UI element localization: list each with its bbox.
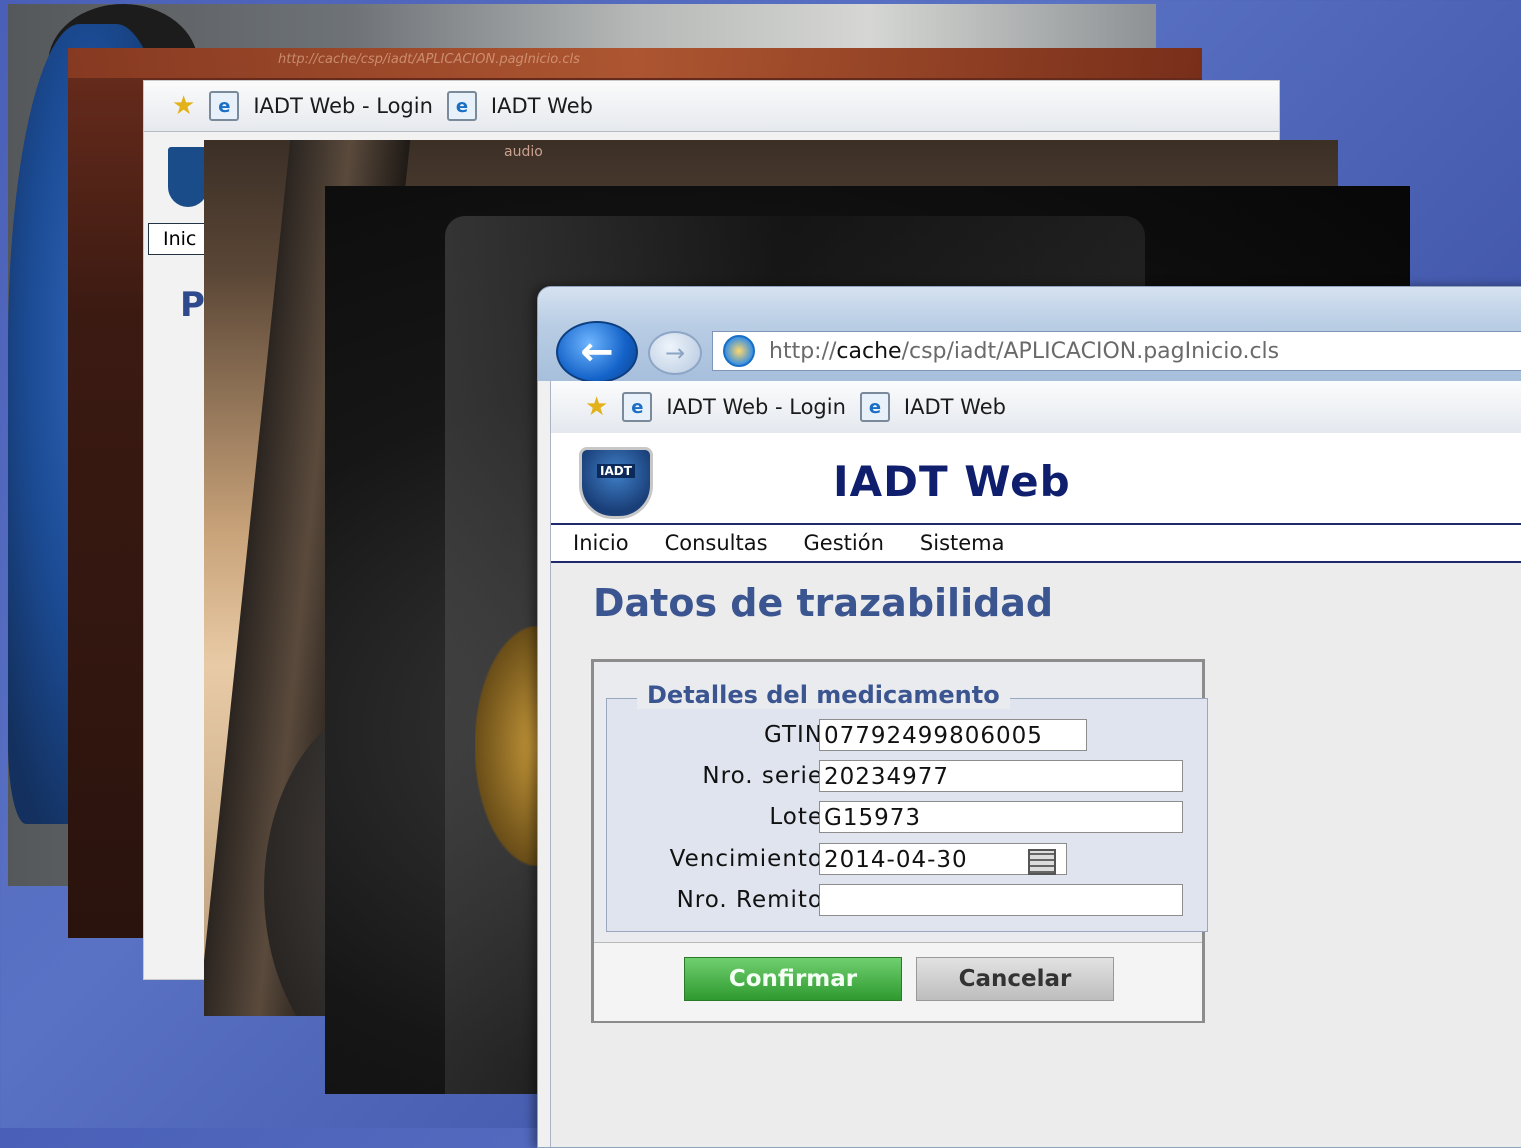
favorites-star-icon: ★ bbox=[172, 91, 196, 121]
button-row: Confirmar Cancelar bbox=[594, 942, 1202, 1021]
favorite-login-link[interactable]: IADT Web - Login bbox=[666, 395, 846, 419]
browser-titlebar bbox=[68, 48, 1202, 78]
favorite-login-link: IADT Web - Login bbox=[253, 94, 433, 118]
browser-window: ← → http://cache/csp/iadt/APLICACION.pag… bbox=[537, 286, 1521, 1148]
lote-row: Lote G15973 bbox=[607, 801, 1207, 837]
ie-page-icon: e bbox=[446, 91, 477, 121]
main-menu: Inicio Consultas Gestión Sistema bbox=[551, 523, 1521, 563]
app-title: IADT Web bbox=[833, 457, 1071, 506]
lote-label: Lote bbox=[769, 804, 823, 830]
forward-arrow-icon[interactable]: → bbox=[648, 331, 702, 375]
remito-field[interactable] bbox=[819, 884, 1183, 916]
web-page: IADT IADT Web Inicio Consultas Gestión S… bbox=[550, 433, 1521, 1147]
favorites-bar: ★ e IADT Web - Login e IADT Web bbox=[144, 81, 1279, 132]
vencimiento-value: 2014-04-30 bbox=[824, 847, 968, 873]
ie-page-icon: e bbox=[622, 392, 653, 422]
gtin-row: GTIN 07792499806005 bbox=[607, 719, 1207, 755]
menu-item-sistema[interactable]: Sistema bbox=[900, 531, 1021, 555]
menu-item-gestion[interactable]: Gestión bbox=[784, 531, 900, 555]
vencimiento-row: Vencimiento 2014-04-30 bbox=[607, 843, 1207, 879]
favorites-bar: ★ e IADT Web - Login e IADT Web bbox=[550, 381, 1521, 434]
favorites-star-icon[interactable]: ★ bbox=[585, 392, 608, 422]
remito-row: Nro. Remito bbox=[607, 884, 1207, 920]
gtin-label: GTIN bbox=[763, 722, 823, 748]
traceability-form: Detalles del medicamento GTIN 0779249980… bbox=[591, 659, 1208, 1023]
serie-label: Nro. serie bbox=[702, 763, 823, 789]
vencimiento-field[interactable]: 2014-04-30 bbox=[819, 843, 1067, 875]
favorite-web-link: IADT Web bbox=[490, 94, 593, 118]
vencimiento-label: Vencimiento bbox=[669, 846, 823, 872]
page-title-fragment: P bbox=[180, 285, 205, 325]
fieldset-legend: Detalles del medicamento bbox=[637, 681, 1010, 709]
back-arrow-icon[interactable]: ← bbox=[556, 321, 638, 383]
background-url-text: http://cache/csp/iadt/APLICACION.pagInic… bbox=[278, 52, 580, 67]
calendar-icon[interactable] bbox=[1028, 849, 1056, 875]
url-text: http://cache/csp/iadt/APLICACION.pagInic… bbox=[769, 338, 1280, 364]
menu-item-consultas[interactable]: Consultas bbox=[645, 531, 784, 555]
serie-field[interactable]: 20234977 bbox=[819, 760, 1183, 792]
address-bar[interactable]: http://cache/csp/iadt/APLICACION.pagInic… bbox=[712, 331, 1521, 371]
logo-shield-icon: IADT bbox=[579, 447, 653, 519]
lote-field[interactable]: G15973 bbox=[819, 801, 1183, 833]
logo-text: IADT bbox=[597, 464, 635, 478]
ie-globe-icon bbox=[723, 335, 755, 367]
gtin-field[interactable]: 07792499806005 bbox=[819, 719, 1087, 751]
logo-shield-icon bbox=[168, 147, 208, 207]
menu-item-inicio[interactable]: Inicio bbox=[551, 531, 645, 555]
page-title: Datos de trazabilidad bbox=[593, 581, 1054, 625]
medication-details-fieldset: Detalles del medicamento GTIN 0779249980… bbox=[606, 681, 1208, 932]
cancel-button[interactable]: Cancelar bbox=[916, 957, 1114, 1001]
serie-row: Nro. serie 20234977 bbox=[607, 760, 1207, 796]
ie-page-icon: e bbox=[859, 392, 890, 422]
favorite-web-link[interactable]: IADT Web bbox=[904, 395, 1006, 419]
browser-chrome: ← → http://cache/csp/iadt/APLICACION.pag… bbox=[538, 287, 1521, 383]
app-header: IADT IADT Web bbox=[551, 433, 1521, 523]
ie-page-icon: e bbox=[209, 91, 240, 121]
device-label: audio bbox=[504, 144, 543, 160]
remito-label: Nro. Remito bbox=[676, 887, 823, 913]
confirm-button[interactable]: Confirmar bbox=[684, 957, 902, 1001]
